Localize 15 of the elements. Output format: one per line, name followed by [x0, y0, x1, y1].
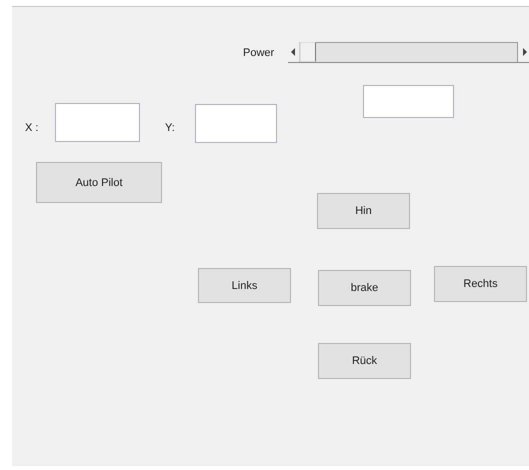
push-button[interactable]: Rück [318, 343, 411, 379]
power-label: Power [243, 47, 274, 60]
input-field[interactable] [195, 104, 277, 143]
input-field[interactable] [55, 103, 140, 142]
coordinate-label: X : [25, 122, 38, 135]
slider-thumb[interactable] [300, 42, 316, 62]
coordinate-label: Y: [165, 122, 175, 135]
push-button[interactable]: Links [198, 268, 291, 303]
output-field[interactable] [363, 85, 454, 118]
power-slider[interactable] [288, 42, 529, 63]
push-button[interactable]: brake [318, 270, 411, 306]
right-arrow-icon[interactable] [517, 42, 529, 62]
push-button[interactable]: Rechts [434, 266, 527, 302]
push-button[interactable]: Hin [317, 193, 410, 229]
push-button[interactable]: Auto Pilot [36, 162, 162, 203]
